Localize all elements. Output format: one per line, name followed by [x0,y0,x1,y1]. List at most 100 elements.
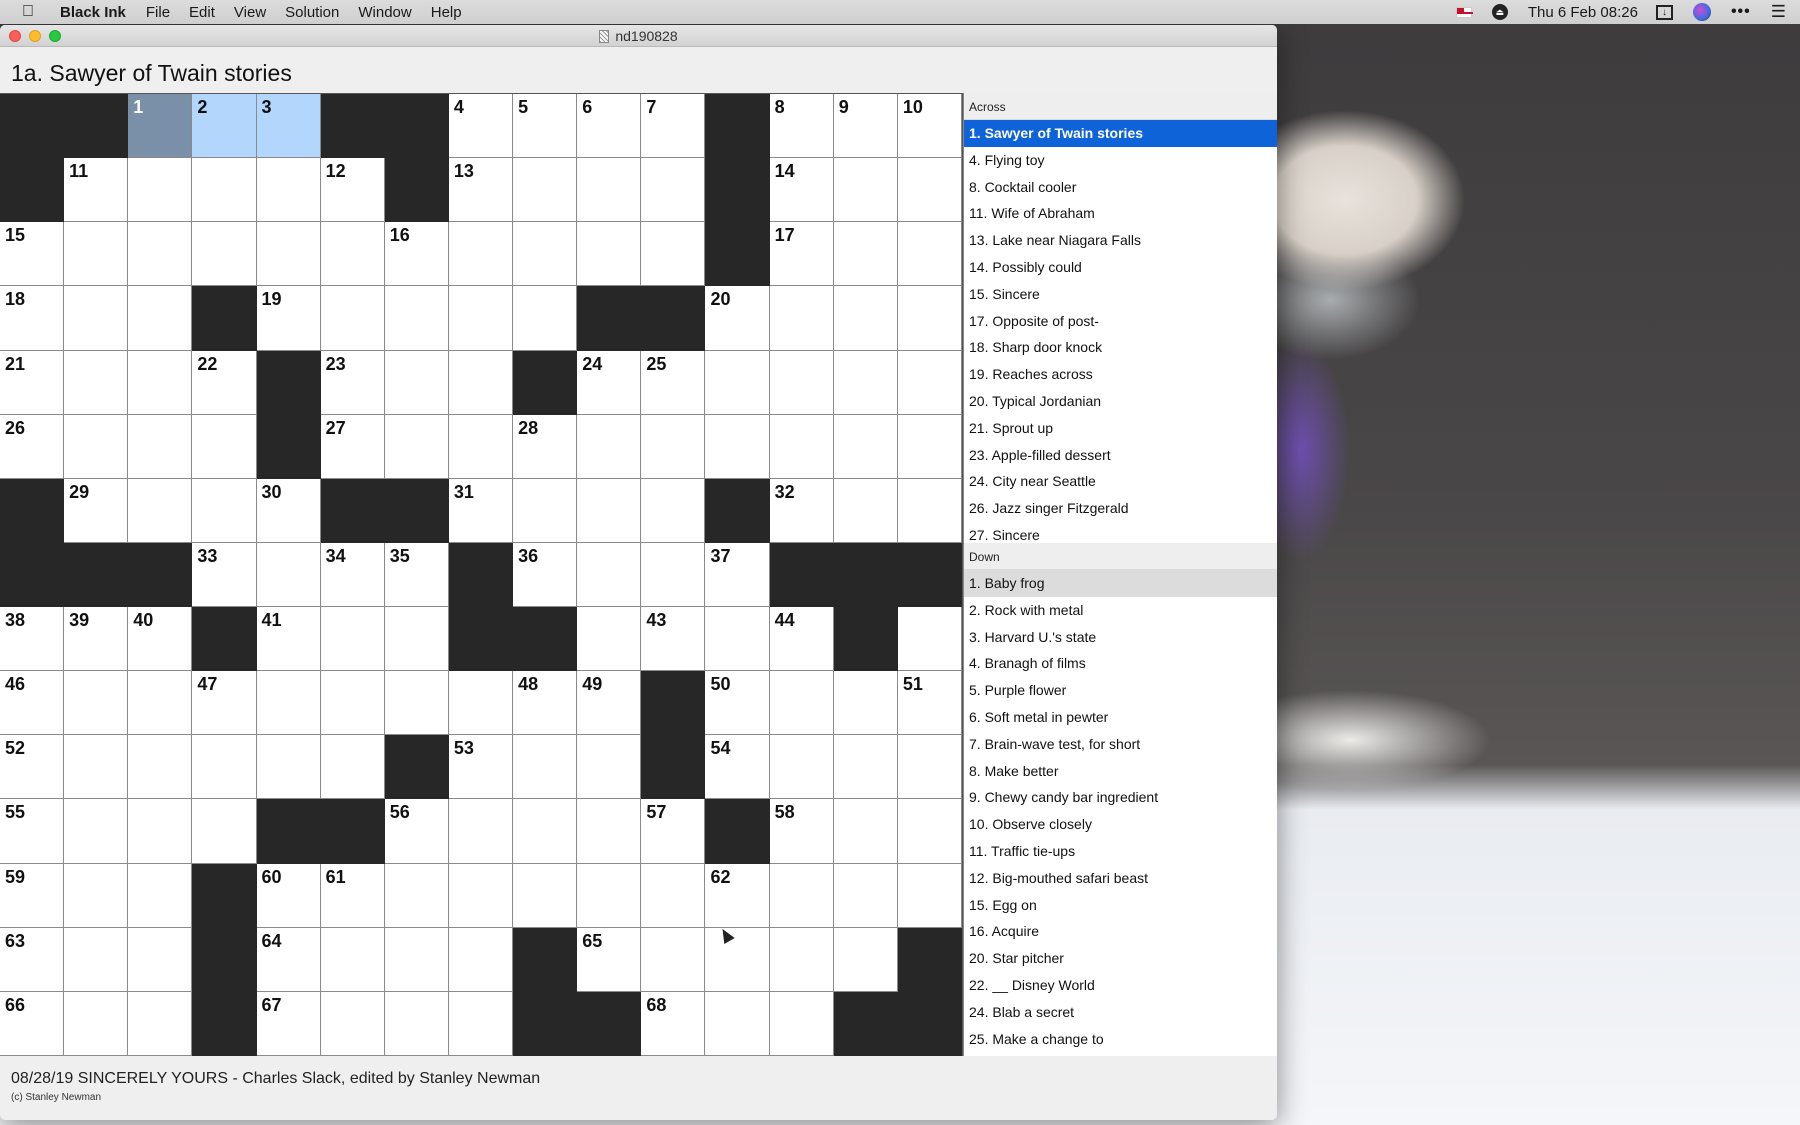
clue-item[interactable]: 13. Lake near Niagara Falls [964,227,1277,254]
grid-cell[interactable] [64,350,129,415]
clue-item[interactable]: 10. Observe closely [964,811,1277,838]
clue-item[interactable]: 18. Sharp door knock [964,334,1277,361]
grid-cell[interactable] [513,222,578,287]
clue-item[interactable]: 14. Possibly could [964,254,1277,281]
clue-item[interactable]: 15. Sincere [964,281,1277,308]
clue-item[interactable]: 20. Typical Jordanian [964,388,1277,415]
grid-cell[interactable]: 2 [192,94,257,159]
clue-item[interactable]: 9. Chewy candy bar ingredient [964,784,1277,811]
grid-cell[interactable]: 43 [641,607,706,672]
grid-cell[interactable]: 49 [577,671,642,736]
grid-cell[interactable] [769,414,834,479]
grid-cell[interactable]: 3 [256,94,321,159]
grid-cell[interactable]: 10 [897,94,962,159]
grid-cell[interactable] [641,222,706,287]
grid-cell[interactable]: 44 [769,607,834,672]
grid-cell[interactable] [64,991,129,1056]
grid-cell[interactable] [448,350,514,415]
download-icon[interactable]: ↓ [1655,4,1673,20]
grid-cell[interactable] [833,350,898,415]
grid-cell[interactable]: 6 [577,94,642,159]
grid-cell[interactable] [769,671,834,736]
grid-cell[interactable] [577,799,642,864]
grid-cell[interactable]: 39 [64,607,129,672]
clue-item[interactable]: 2. Rock with metal [964,597,1277,624]
clue-item[interactable]: 12. Big-mouthed safari beast [964,865,1277,892]
clue-item[interactable]: 8. Cocktail cooler [964,174,1277,201]
grid-cell[interactable] [128,350,193,415]
grid-cell[interactable]: 23 [320,350,385,415]
grid-cell[interactable]: 66 [0,991,65,1056]
grid-cell[interactable] [320,991,385,1056]
grid-cell[interactable] [705,607,770,672]
grid-cell[interactable] [384,671,449,736]
clue-item[interactable]: 27. Sincere [964,522,1277,543]
menu-view[interactable]: View [234,4,266,21]
grid-cell[interactable] [384,863,449,928]
grid-cell[interactable] [64,799,129,864]
grid-cell[interactable] [833,414,898,479]
flag-icon[interactable] [1455,6,1473,18]
grid-cell[interactable]: 60 [256,863,321,928]
grid-cell[interactable]: 26 [0,414,65,479]
grid-cell[interactable] [192,222,257,287]
grid-cell[interactable] [641,927,706,992]
down-clue-list[interactable]: 1. Baby frog 2. Rock with metal 3. Harvard… [964,570,1277,1055]
grid-cell[interactable]: 57 [641,799,706,864]
grid-cell[interactable] [320,735,385,800]
grid-cell[interactable] [705,991,770,1056]
clue-item[interactable]: 16. Acquire [964,918,1277,945]
clue-item[interactable]: 11. Traffic tie-ups [964,838,1277,865]
grid-cell[interactable] [513,863,578,928]
grid-cell[interactable] [128,735,193,800]
grid-cell[interactable]: 14 [769,158,834,223]
grid-cell[interactable]: 52 [0,735,65,800]
grid-cell[interactable]: 35 [384,542,449,608]
grid-cell[interactable] [384,286,449,351]
grid-cell[interactable] [897,863,962,928]
grid-cell[interactable] [577,414,642,479]
grid-cell[interactable]: 15 [0,222,65,287]
title-bar[interactable]: nd190828 [0,25,1277,47]
grid-cell[interactable]: 34 [320,542,385,608]
grid-cell[interactable] [641,478,706,543]
grid-cell[interactable] [192,799,257,864]
grid-cell[interactable] [128,158,193,223]
clue-item[interactable]: 15. Egg on [964,892,1277,919]
grid-cell[interactable]: 38 [0,607,65,672]
grid-cell[interactable] [833,478,898,543]
grid-cell[interactable]: 29 [64,478,129,543]
grid-cell[interactable]: 61 [320,863,385,928]
grid-cell[interactable]: 51 [897,671,962,736]
grid-cell[interactable]: 41 [256,607,321,672]
grid-cell[interactable] [897,158,962,223]
grid-cell[interactable] [769,863,834,928]
grid-cell[interactable]: 16 [384,222,449,287]
menu-clock[interactable]: Thu 6 Feb 08:26 [1528,4,1638,21]
grid-cell[interactable] [577,735,642,800]
grid-cell[interactable]: 27 [320,414,385,479]
clue-item[interactable]: 24. City near Seattle [964,468,1277,495]
grid-cell[interactable] [833,927,898,992]
grid-cell[interactable] [128,991,193,1056]
clue-item[interactable]: 17. Opposite of post- [964,308,1277,335]
grid-cell[interactable] [641,414,706,479]
grid-cell[interactable]: 20 [705,286,770,351]
menu-edit[interactable]: Edit [189,4,215,21]
grid-cell[interactable] [833,799,898,864]
grid-cell[interactable] [641,542,706,608]
grid-cell[interactable] [577,158,642,223]
grid-cell[interactable]: 1 [128,94,193,159]
grid-cell[interactable] [897,414,962,479]
grid-cell[interactable] [897,350,962,415]
clue-item[interactable]: 23. Apple-filled dessert [964,442,1277,469]
grid-cell[interactable] [128,927,193,992]
clue-item[interactable]: 7. Brain-wave test, for short [964,731,1277,758]
grid-cell[interactable] [320,927,385,992]
grid-cell[interactable]: 48 [513,671,578,736]
grid-cell[interactable] [448,863,514,928]
grid-cell[interactable] [577,863,642,928]
grid-cell[interactable]: 19 [256,286,321,351]
clue-item[interactable]: 6. Soft metal in pewter [964,704,1277,731]
grid-cell[interactable]: 40 [128,607,193,672]
